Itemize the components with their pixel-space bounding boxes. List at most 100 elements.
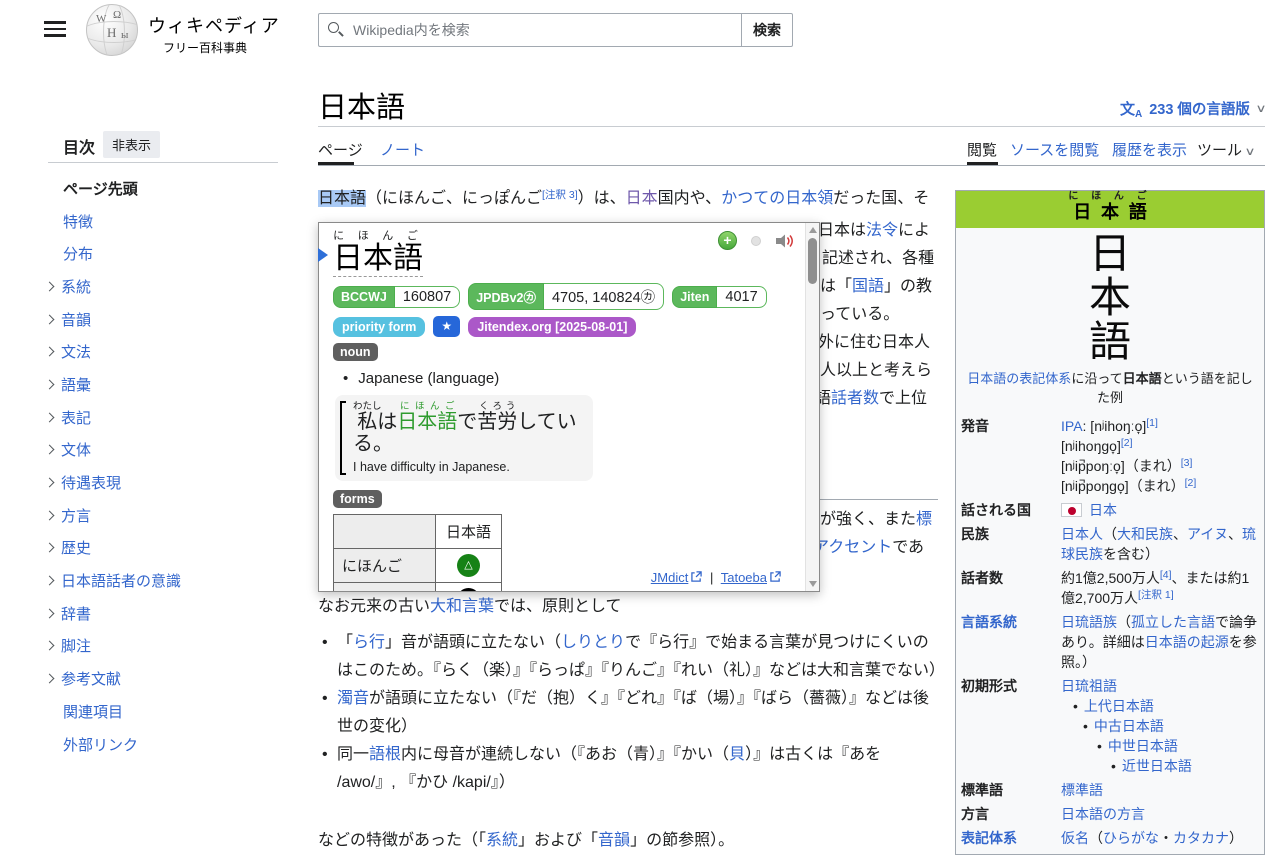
table-row: にっぽんご ◇: [334, 583, 502, 592]
logo-title[interactable]: ウィキペディア: [148, 12, 280, 38]
example-translation: I have difficulty in Japanese.: [353, 460, 583, 474]
chevron-right-icon[interactable]: [45, 543, 55, 553]
tab-history[interactable]: 履歴を表示: [1112, 139, 1187, 160]
search-icon: [328, 22, 339, 33]
occluded-text-fragment: 記述され、各種: [822, 245, 934, 273]
toc-item[interactable]: 方言: [45, 499, 295, 532]
audio-play-button[interactable]: [775, 233, 795, 249]
chevron-down-icon: ∨: [1245, 145, 1256, 158]
infobox-row-dialects: 方言 日本語の方言: [956, 802, 1264, 826]
toc-item[interactable]: 語彙: [45, 368, 295, 401]
page-title: 日本語: [318, 84, 405, 126]
frequency-tag: BCCWJ 160807: [333, 286, 460, 308]
language-versions-button[interactable]: 文A 233 個の言語版 ∨: [1120, 98, 1265, 119]
tab-view-source[interactable]: ソースを閲覧: [1010, 139, 1099, 160]
paragraph: なお元来の古い大和言葉では、原則として: [318, 593, 622, 621]
dictionary-popup: 日本語に ほ ん ご BCCWJ 160807 JPDBv2㋕ 4705, 14…: [318, 222, 820, 592]
toc-item[interactable]: 脚注: [45, 630, 295, 663]
infobox-row-country: 話される国 日本: [956, 498, 1264, 522]
calligraphy-image[interactable]: 日 本 語: [956, 232, 1264, 364]
paragraph: などの特徴があった（「系統」および「音韻」の節参照）。: [318, 827, 734, 855]
term-tag-row: priority form ★ Jitendex.org [2025-08-01…: [333, 316, 797, 337]
tab-talk[interactable]: ノート: [380, 139, 425, 160]
chevron-right-icon[interactable]: [45, 445, 55, 455]
chevron-right-icon[interactable]: [45, 347, 55, 357]
japan-flag-icon: [1061, 503, 1082, 517]
title-divider: [318, 126, 1265, 127]
wikipedia-logo[interactable]: WΩHы: [86, 4, 138, 56]
chevron-right-icon[interactable]: [45, 674, 55, 684]
add-note-button[interactable]: +: [718, 231, 737, 250]
forms-reading: にほんご: [334, 549, 436, 583]
toc-item[interactable]: 外部リンク: [45, 728, 295, 761]
toc-item[interactable]: 表記: [45, 401, 295, 434]
table-of-contents: ページ先頭 特徴 分布 系統 音韻 文法 語彙 表記 文体 待遇表現 方言 歴史…: [45, 172, 295, 760]
part-of-speech-tag: noun: [333, 343, 378, 361]
toc-item[interactable]: 文体: [45, 434, 295, 467]
example-sentence-block: 私わたしは日本語にほんごで苦労くろうしている。 I have difficult…: [335, 395, 593, 481]
scroll-up-icon[interactable]: [809, 227, 817, 233]
menu-icon[interactable]: [44, 21, 66, 37]
feature-bullet-list: 「ら行」音が語頭に立たない（しりとりで『ら行』で始まる言葉が見つけにくいのはこの…: [318, 629, 942, 797]
star-button[interactable]: ★: [433, 316, 460, 337]
toc-item[interactable]: 参考文献: [45, 662, 295, 695]
search-input[interactable]: [318, 13, 741, 47]
chevron-right-icon[interactable]: [45, 510, 55, 520]
chevron-right-icon[interactable]: [45, 281, 55, 291]
external-link-icon: [691, 570, 702, 585]
toc-title: 目次: [63, 134, 95, 158]
tab-read[interactable]: 閲覧: [967, 139, 997, 160]
toc-item[interactable]: 歴史: [45, 532, 295, 565]
toc-item[interactable]: 分布: [45, 237, 295, 270]
search-button[interactable]: 検索: [741, 13, 793, 47]
dictionary-source-tag: Jitendex.org [2025-08-01]: [468, 317, 636, 337]
tab-tools[interactable]: ツール ∨: [1197, 139, 1254, 160]
external-links: JMdict | Tatoeba: [651, 570, 781, 585]
toc-item-top[interactable]: ページ先頭: [45, 172, 295, 205]
toc-hide-button[interactable]: 非表示: [103, 131, 160, 158]
toc-item[interactable]: 辞書: [45, 597, 295, 630]
occluded-text-fragment: が強く、また標: [820, 506, 932, 534]
frequency-tag: JPDBv2㋕ 4705, 140824㋕: [468, 283, 664, 310]
toc-item[interactable]: 特徴: [45, 205, 295, 238]
toc-item[interactable]: 日本語話者の意識: [45, 564, 295, 597]
list-item: 「ら行」音が語頭に立たない（しりとりで『ら行』で始まる言葉が見つけにくいのはこの…: [318, 629, 942, 685]
chevron-right-icon[interactable]: [45, 412, 55, 422]
tabs-divider: [318, 165, 1265, 166]
chevron-right-icon[interactable]: [45, 314, 55, 324]
external-link-icon: [770, 570, 781, 585]
image-caption: 日本語の表記体系に沿って日本語という語を記した例: [962, 369, 1258, 407]
occluded-text-fragment: は「国語」の教: [820, 273, 932, 301]
language-icon: 文A: [1120, 98, 1142, 119]
scrollbar-thumb[interactable]: [808, 238, 817, 284]
forms-section: forms: [333, 490, 797, 508]
table-row: にほんご △: [334, 549, 502, 583]
toc-item[interactable]: 待遇表現: [45, 466, 295, 499]
tatoeba-link[interactable]: Tatoeba: [721, 570, 767, 585]
link-separator: |: [710, 570, 713, 585]
forms-tag: forms: [333, 490, 382, 508]
toc-item[interactable]: 音韻: [45, 303, 295, 336]
language-count-label: 233 個の言語版: [1149, 98, 1250, 119]
occluded-text-fragment: 日本は法令によ: [818, 217, 930, 245]
tab-page[interactable]: ページ: [318, 139, 363, 160]
toc-item[interactable]: 関連項目: [45, 695, 295, 728]
jmdict-link[interactable]: JMdict: [651, 570, 689, 585]
occluded-text-fragment: っている。: [820, 301, 899, 329]
bracket-decoration: [340, 401, 346, 475]
lead-paragraph-line: 日本語（にほんご、にっぽんご[注釈 3]）は、日本国内や、かつての日本領だった国…: [318, 185, 929, 213]
chevron-right-icon[interactable]: [45, 641, 55, 651]
chevron-right-icon[interactable]: [45, 608, 55, 618]
chevron-right-icon[interactable]: [45, 478, 55, 488]
scroll-down-icon[interactable]: [809, 581, 817, 587]
infobox-row-standard: 標準語 標準語: [956, 778, 1264, 802]
entry-indicator-icon: [751, 236, 761, 246]
chevron-down-icon: ∨: [1255, 102, 1266, 115]
occluded-text-fragment: 人以上と考えら: [820, 357, 932, 385]
toc-item[interactable]: 文法: [45, 335, 295, 368]
popup-scrollbar[interactable]: [805, 223, 819, 591]
toc-item[interactable]: 系統: [45, 270, 295, 303]
chevron-right-icon[interactable]: [45, 380, 55, 390]
infobox-row-early-forms: 初期形式 日琉祖語 上代日本語 中古日本語 中世日本語 近世日本語: [956, 674, 1264, 778]
chevron-right-icon[interactable]: [45, 576, 55, 586]
